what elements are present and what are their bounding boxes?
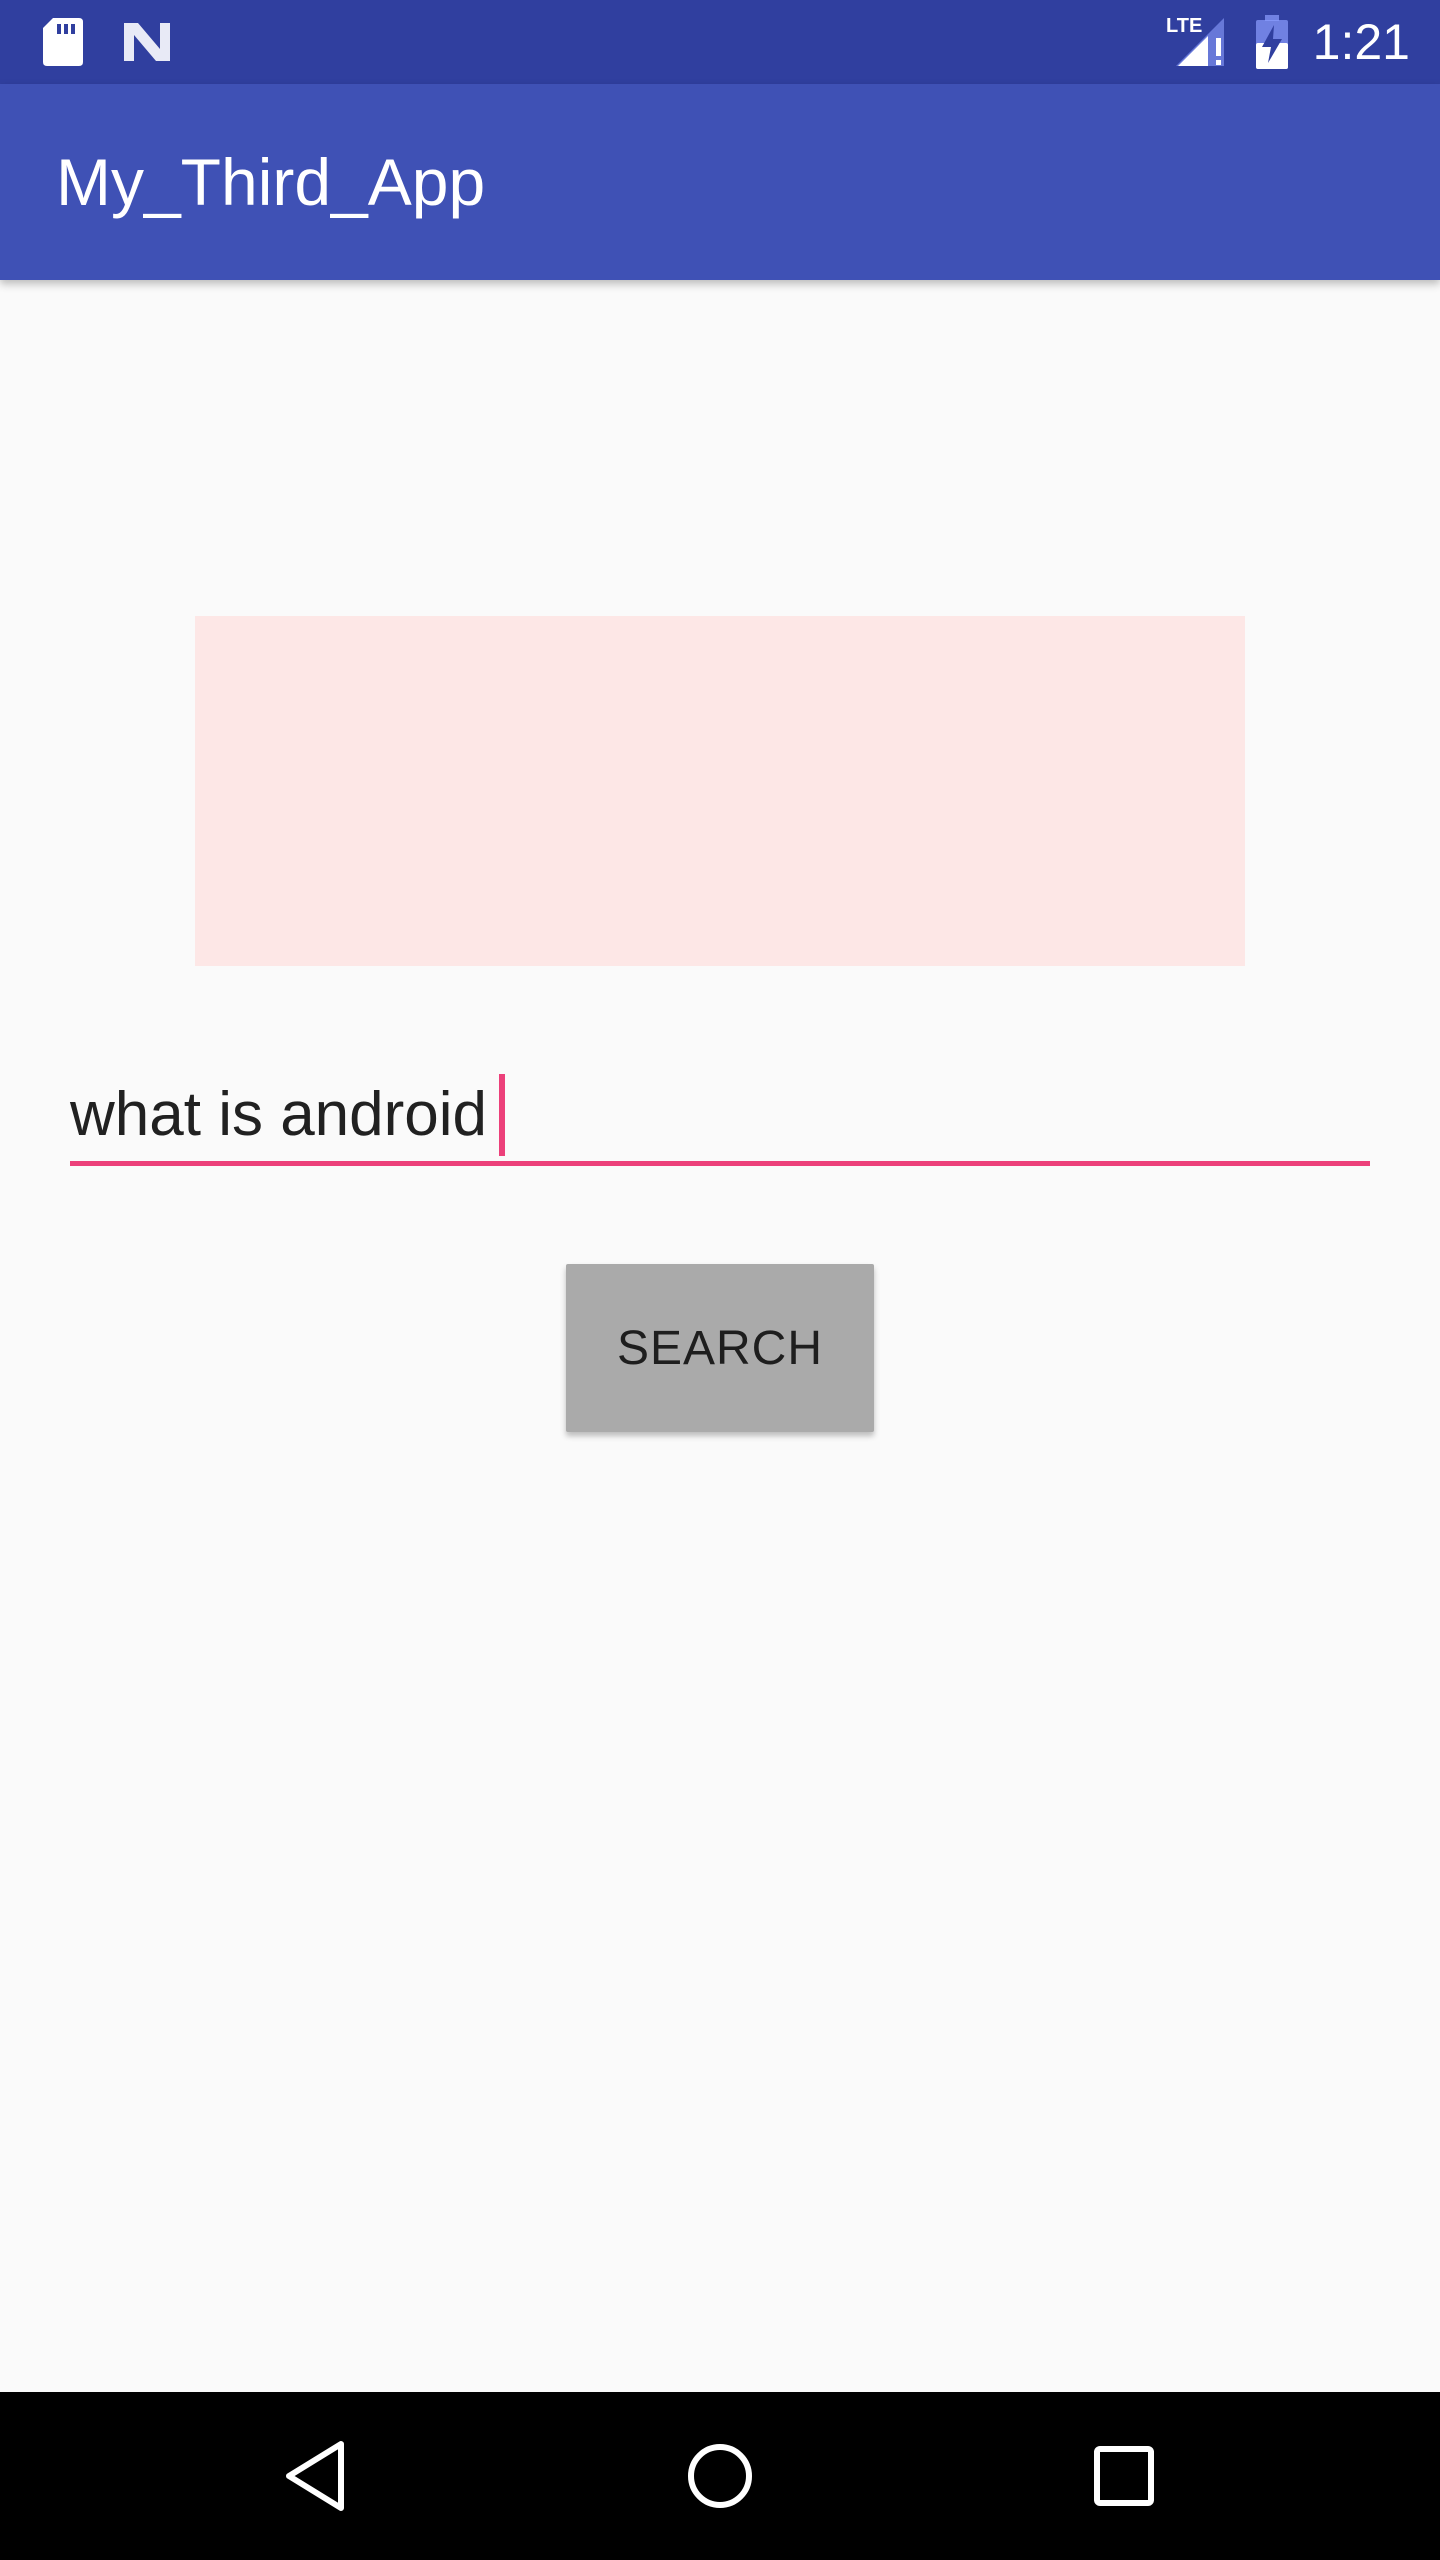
sd-card-icon [38,0,88,84]
search-button[interactable]: SEARCH [566,1264,874,1432]
recents-icon[interactable] [1040,2392,1208,2560]
search-button-label: SEARCH [616,1321,824,1375]
n-logo-icon [118,0,176,84]
app-bar: My_Third_App [0,84,1440,280]
app-title: My_Third_App [56,145,486,219]
text-cursor [499,1073,506,1156]
image-placeholder [195,616,1245,966]
status-bar: LTE 1:21 [0,0,1440,84]
signal-lte-icon: LTE [1164,0,1234,84]
search-input-text[interactable]: what is android [70,1080,487,1149]
search-input-underline [70,1161,1370,1166]
search-input-value[interactable]: what is android [70,1060,506,1170]
battery-charging-icon [1250,0,1294,84]
navigation-bar [0,2392,1440,2560]
status-time: 1:21 [1312,14,1410,70]
search-input[interactable]: what is android [70,1060,1370,1170]
svg-text:LTE: LTE [1166,15,1202,37]
back-icon[interactable] [232,2392,400,2560]
home-icon[interactable] [636,2392,804,2560]
